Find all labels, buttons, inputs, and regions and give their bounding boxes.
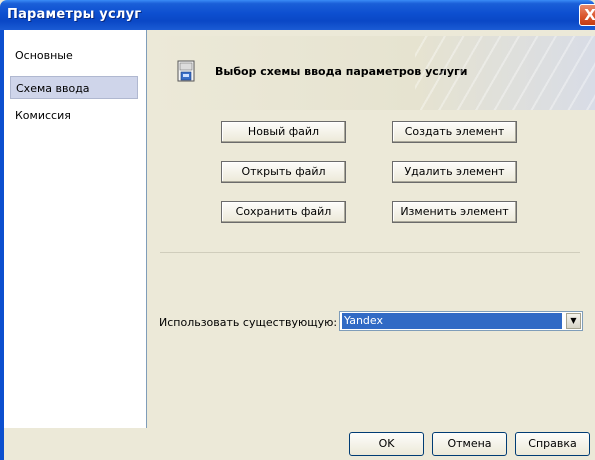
chevron-down-icon[interactable]: ▼ — [566, 313, 581, 329]
sidebar: Основные Схема ввода Комиссия — [4, 30, 147, 429]
ok-button[interactable]: OK — [349, 432, 424, 456]
help-button[interactable]: Справка — [515, 432, 590, 456]
save-file-button[interactable]: Сохранить файл — [221, 201, 346, 223]
sidebar-item-basic[interactable]: Основные — [10, 44, 138, 67]
window-title: Параметры услуг — [7, 7, 142, 22]
edit-element-button[interactable]: Изменить элемент — [392, 201, 517, 223]
new-file-button[interactable]: Новый файл — [221, 121, 346, 143]
create-element-button[interactable]: Создать элемент — [392, 121, 517, 143]
open-file-button[interactable]: Открыть файл — [221, 161, 346, 183]
close-button[interactable]: X — [579, 4, 595, 26]
sidebar-item-input-scheme[interactable]: Схема ввода — [10, 76, 138, 99]
delete-element-button[interactable]: Удалить элемент — [392, 161, 517, 183]
header-band: Выбор схемы ввода параметров услуги — [147, 36, 595, 110]
title-bar[interactable]: Параметры услуг X — [0, 0, 595, 30]
floppy-document-icon — [177, 60, 195, 82]
cancel-button[interactable]: Отмена — [432, 432, 507, 456]
header-title: Выбор схемы ввода параметров услуги — [215, 65, 468, 78]
content-panel: Выбор схемы ввода параметров услуги Новы… — [147, 30, 595, 428]
separator — [160, 252, 580, 253]
sidebar-item-commission[interactable]: Комиссия — [10, 104, 138, 127]
scheme-select[interactable]: Yandex ▼ — [339, 311, 583, 331]
use-existing-label: Использовать существующую: — [159, 316, 338, 329]
scheme-select-value: Yandex — [342, 313, 562, 329]
